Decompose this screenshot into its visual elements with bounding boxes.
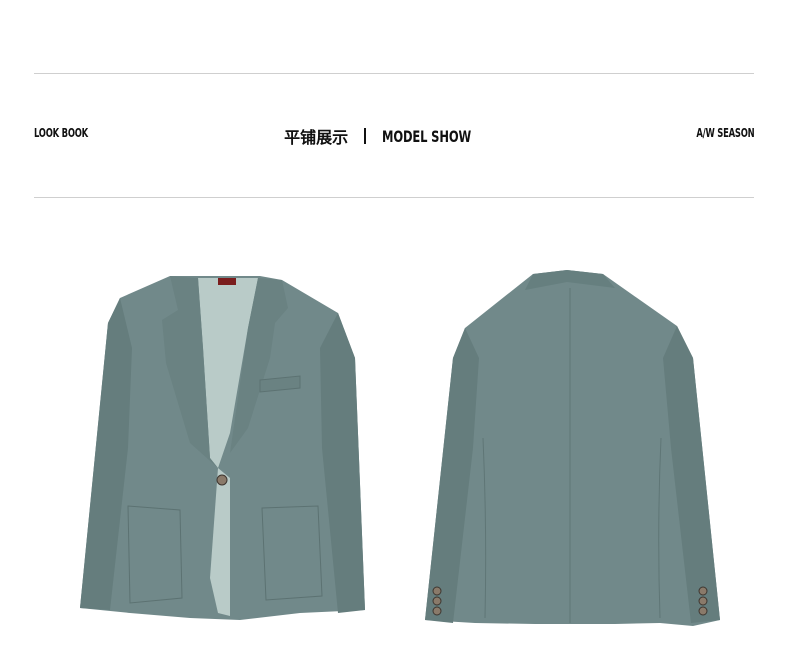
section-title-cn: 平铺展示 (284, 128, 349, 147)
jacket-front-image (80, 276, 365, 620)
title-separator (364, 128, 367, 144)
section-title-en: MODEL SHOW (382, 126, 472, 146)
bottom-divider (34, 197, 754, 198)
section-title: 平铺展示 MODEL SHOW (0, 124, 790, 148)
season-label: A/W SEASON (695, 126, 754, 140)
top-divider (34, 73, 754, 74)
jacket-back-image (425, 270, 720, 626)
